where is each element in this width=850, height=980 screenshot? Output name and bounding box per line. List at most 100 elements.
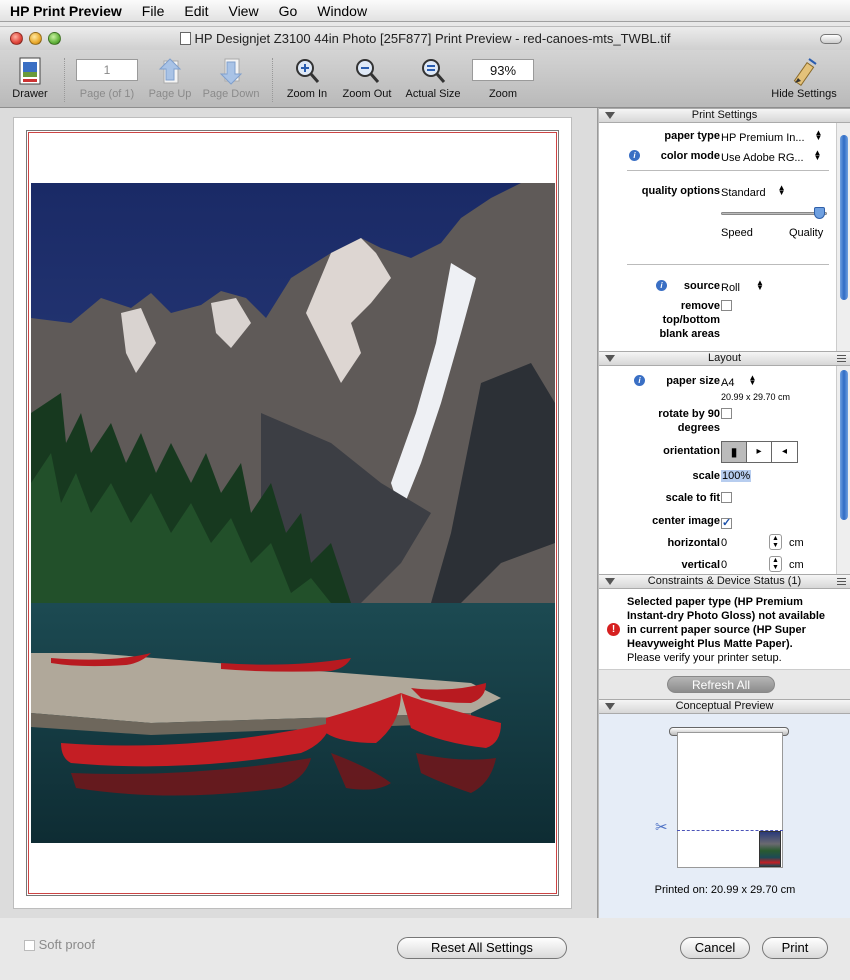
reset-all-settings-button[interactable]: Reset All Settings <box>397 937 567 959</box>
print-settings-scrollbar[interactable] <box>836 123 850 351</box>
title-bar[interactable]: HP Designjet Z3100 44in Photo [25F877] P… <box>0 26 850 50</box>
zoom-button[interactable] <box>48 32 61 45</box>
horizontal-input[interactable]: 0 <box>721 537 727 549</box>
quality-options-label: quality options <box>641 185 720 197</box>
menu-bar: HP Print Preview File Edit View Go Windo… <box>0 0 850 22</box>
menu-edit[interactable]: Edit <box>174 3 218 19</box>
quality-slider-knob[interactable] <box>814 207 825 219</box>
menu-file[interactable]: File <box>132 3 175 19</box>
print-button[interactable]: Print <box>762 937 828 959</box>
page-input[interactable]: 1 <box>76 59 138 81</box>
actual-size-button[interactable]: Actual Size <box>402 56 464 100</box>
thumbnail-image <box>759 831 781 867</box>
orientation-portrait-button[interactable]: ▮ <box>722 442 747 462</box>
preview-photo <box>31 183 555 843</box>
minimize-button[interactable] <box>29 32 42 45</box>
disclosure-triangle-icon[interactable] <box>605 112 615 119</box>
conceptual-preview-header[interactable]: Conceptual Preview <box>599 699 850 714</box>
zoom-in-button[interactable]: Zoom In <box>283 56 331 100</box>
conceptual-preview-section: ✂ Printed on: 20.99 x 29.70 cm <box>599 714 850 920</box>
disclosure-triangle-icon[interactable] <box>605 578 615 585</box>
refresh-bar: Refresh All <box>599 669 850 699</box>
source-select[interactable]: Roll ▲ ▼ <box>721 279 764 295</box>
print-settings-header[interactable]: Print Settings <box>599 108 850 123</box>
vertical-label: vertical <box>681 559 720 571</box>
quality-end-label: Quality <box>789 227 824 239</box>
actual-size-icon <box>422 59 446 83</box>
refresh-all-button[interactable]: Refresh All <box>667 676 775 693</box>
hide-settings-button[interactable]: Hide Settings <box>766 56 842 100</box>
window-title: HP Designjet Z3100 44in Photo [25F877] P… <box>194 31 671 46</box>
remove-blank-areas-checkbox[interactable] <box>721 300 732 311</box>
soft-proof-control[interactable]: Soft proof <box>24 937 95 952</box>
toolbar-toggle-button[interactable] <box>820 34 842 44</box>
info-icon[interactable]: i <box>634 375 645 386</box>
horizontal-label: horizontal <box>667 537 720 549</box>
paper-type-select[interactable]: HP Premium In... ▲ ▼ <box>721 129 822 145</box>
constraints-section: ! Selected paper type (HP Premium Instan… <box>599 589 850 669</box>
paper-dimensions: 20.99 x 29.70 cm <box>721 392 791 402</box>
orientation-landscape-button[interactable]: ▸ <box>747 442 772 462</box>
disclosure-triangle-icon[interactable] <box>605 703 615 710</box>
layout-header[interactable]: Layout <box>599 351 850 366</box>
page-field-group: 1 Page (of 1) <box>74 56 140 100</box>
page-up-icon <box>158 58 182 84</box>
disclosure-triangle-icon[interactable] <box>605 355 615 362</box>
paper-type-label: paper type <box>664 130 720 142</box>
bottom-bar: Soft proof Reset All Settings Cancel Pri… <box>0 918 850 980</box>
source-label: source <box>683 280 720 292</box>
zoom-input[interactable]: 93% <box>472 59 534 81</box>
color-mode-label: color mode <box>660 150 720 162</box>
scale-to-fit-checkbox[interactable] <box>721 492 732 503</box>
center-image-checkbox[interactable]: ✓ <box>721 518 732 529</box>
soft-proof-checkbox[interactable] <box>24 940 35 951</box>
quality-slider[interactable] <box>721 207 827 221</box>
scrollbar-thumb[interactable] <box>840 135 848 300</box>
layout-scrollbar[interactable] <box>836 366 850 574</box>
menu-view[interactable]: View <box>218 3 268 19</box>
orientation-rotated-button[interactable]: ◂ <box>772 442 797 462</box>
drawer-button[interactable]: Drawer <box>6 56 54 100</box>
settings-pencil-icon <box>793 58 817 86</box>
scale-label: scale <box>692 470 720 482</box>
app-menu[interactable]: HP Print Preview <box>0 3 132 19</box>
mountain-lake-canoes-image <box>31 183 555 843</box>
menu-window[interactable]: Window <box>307 3 377 19</box>
vertical-stepper[interactable]: ▲ ▼ <box>769 556 782 572</box>
paper-size-label: paper size <box>666 375 720 387</box>
drawer-icon <box>19 57 41 85</box>
vertical-input[interactable]: 0 <box>721 559 727 571</box>
quality-options-select[interactable]: Standard ▲ ▼ <box>721 184 786 200</box>
scrollbar-thumb[interactable] <box>840 370 848 520</box>
layout-section: i paper size A4 ▲ ▼ 20.99 x 29.70 cm rotate … <box>599 366 850 574</box>
page-down-icon <box>219 58 243 85</box>
preview-area <box>0 108 598 918</box>
horizontal-stepper[interactable]: ▲ ▼ <box>769 534 782 550</box>
page-up-button[interactable]: Page Up <box>146 56 194 100</box>
toolbar: Drawer 1 Page (of 1) Page Up Page Down Z… <box>0 50 850 108</box>
info-icon[interactable]: i <box>656 280 667 291</box>
cancel-button[interactable]: Cancel <box>680 937 750 959</box>
scale-input[interactable]: 100% <box>721 470 752 482</box>
close-button[interactable] <box>10 32 23 45</box>
panel-grip-icon[interactable] <box>837 355 846 362</box>
print-preview-window: HP Designjet Z3100 44in Photo [25F877] P… <box>0 26 850 980</box>
speed-label: Speed <box>721 227 753 239</box>
info-icon[interactable]: i <box>629 150 640 161</box>
preview-page <box>14 118 571 908</box>
scissors-icon: ✂ <box>655 819 668 836</box>
page-down-button[interactable]: Page Down <box>200 56 262 100</box>
constraints-header[interactable]: Constraints & Device Status (1) <box>599 574 850 589</box>
settings-panel: Print Settings paper type HP Premium In..… <box>598 108 850 920</box>
paper-size-select[interactable]: A4 ▲ ▼ <box>721 374 756 390</box>
color-mode-select[interactable]: Use Adobe RG... ▲ ▼ <box>721 149 821 165</box>
zoom-field-group: 93% Zoom <box>470 56 536 100</box>
warning-icon: ! <box>607 623 620 636</box>
document-icon <box>179 32 191 45</box>
print-settings-section: paper type HP Premium In... ▲ ▼ i color mode… <box>599 123 850 351</box>
zoom-out-button[interactable]: Zoom Out <box>338 56 396 100</box>
panel-grip-icon[interactable] <box>837 578 846 585</box>
menu-go[interactable]: Go <box>269 3 308 19</box>
scale-to-fit-label: scale to fit <box>665 492 720 504</box>
rotate-90-checkbox[interactable] <box>721 408 732 419</box>
